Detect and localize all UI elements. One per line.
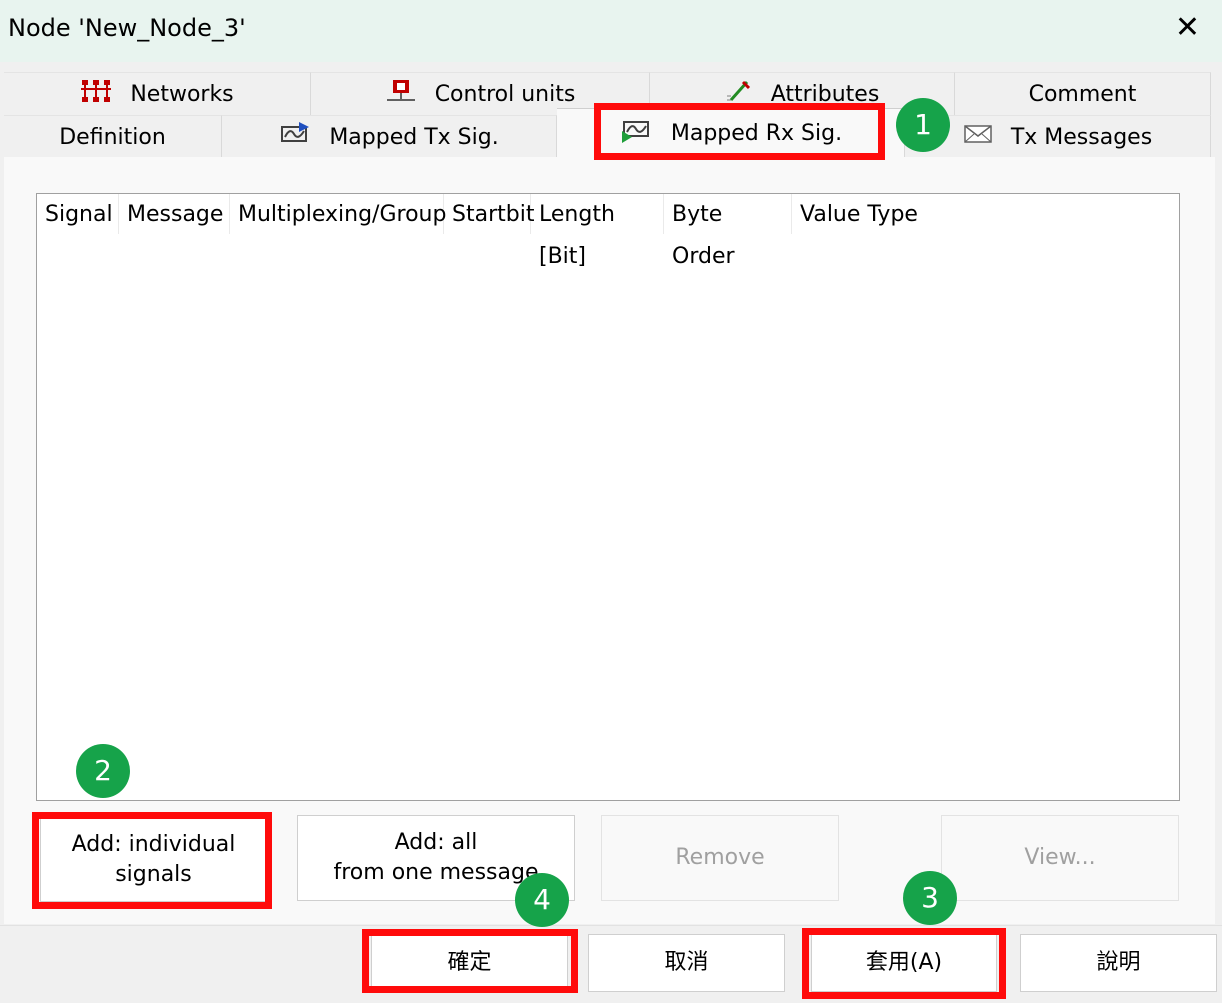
column-header-message[interactable]: Message [119, 194, 230, 234]
tab-mapped-rx-sig[interactable]: Mapped Rx Sig. [557, 108, 905, 158]
column-header-signal[interactable]: Signal [37, 194, 119, 234]
mapped-rx-signal-list[interactable]: Signal Message Multiplexing/Group Startb… [36, 193, 1180, 801]
ok-button[interactable]: 確定 [371, 934, 568, 992]
remove-button[interactable]: Remove [601, 815, 839, 901]
button-label-line1: Add: all [394, 830, 478, 855]
button-label-line2: signals [115, 862, 192, 887]
step-badge-2: 2 [76, 744, 130, 798]
apply-button[interactable]: 套用(A) [811, 934, 997, 992]
tab-comment[interactable]: Comment [955, 72, 1211, 115]
column-header-multiplexing-group[interactable]: Multiplexing/Group [230, 194, 446, 234]
envelope-icon [963, 123, 993, 151]
column-header-startbit[interactable]: Startbit [444, 194, 534, 234]
cancel-button[interactable]: 取消 [588, 934, 785, 992]
step-badge-4: 4 [515, 873, 569, 927]
tab-label: Control units [434, 81, 576, 107]
tab-label: Attributes [770, 81, 880, 107]
mapped-tx-signal-icon [279, 121, 311, 153]
title-bar: Node 'New_Node_3' ✕ [0, 0, 1222, 62]
attributes-icon [725, 78, 753, 110]
tab-label: Tx Messages [1010, 124, 1153, 150]
control-unit-icon [385, 78, 417, 110]
help-button[interactable]: 說明 [1020, 934, 1217, 992]
tab-label: Networks [130, 81, 234, 107]
network-icon [80, 78, 112, 110]
window-title: Node 'New_Node_3' [8, 14, 246, 42]
tab-label: Comment [1028, 81, 1137, 107]
tab-networks[interactable]: Networks [4, 72, 311, 115]
view-button[interactable]: View... [941, 815, 1179, 901]
step-badge-1: 1 [896, 98, 950, 152]
tab-label: Mapped Tx Sig. [329, 124, 499, 150]
button-label-line1: Add: individual [71, 832, 236, 857]
add-individual-signals-button[interactable]: Add: individual signals [40, 818, 267, 902]
mapped-rx-signal-icon [619, 118, 653, 150]
tab-label: Definition [59, 124, 166, 150]
tab-mapped-tx-sig[interactable]: Mapped Tx Sig. [222, 115, 557, 158]
column-header-length[interactable]: Length [Bit] [531, 194, 664, 269]
tab-tx-messages[interactable]: Tx Messages [905, 115, 1211, 158]
column-header-byte-order[interactable]: Byte Order [664, 194, 792, 269]
close-icon[interactable]: ✕ [1175, 10, 1200, 45]
tab-definition[interactable]: Definition [4, 115, 222, 158]
button-label-line2: from one message [333, 860, 539, 885]
column-header-value-type[interactable]: Value Type [792, 194, 932, 234]
step-badge-3: 3 [903, 871, 957, 925]
tab-label: Mapped Rx Sig. [670, 121, 843, 146]
